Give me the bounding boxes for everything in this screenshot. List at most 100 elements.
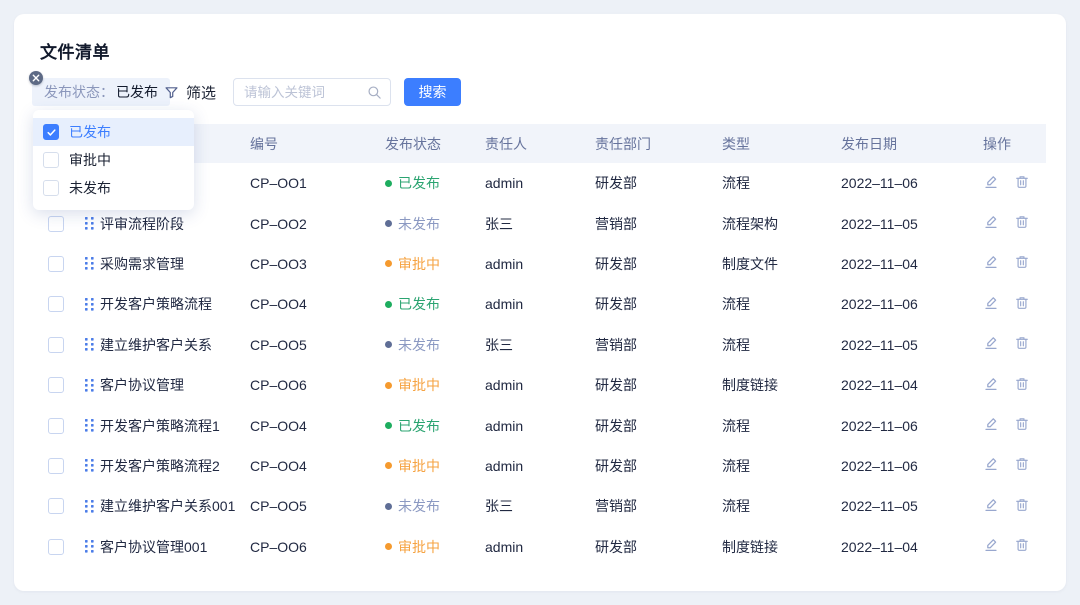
row-actions [983,497,1046,516]
responsible-person: admin [485,296,595,312]
responsible-department: 研发部 [595,254,722,274]
drag-handle-icon[interactable] [78,418,100,433]
trash-icon[interactable] [1014,376,1030,395]
row-checkbox[interactable] [48,539,64,555]
edit-icon[interactable] [983,416,999,435]
row-checkbox[interactable] [48,256,64,272]
table-body: CP–OO1 已发布 admin 研发部 流程 2022–11–06 [40,163,1046,567]
filter-button[interactable]: 筛选 [164,78,216,106]
search-box [233,78,391,106]
row-actions [983,537,1046,556]
drag-handle-icon[interactable] [78,216,100,231]
trash-icon[interactable] [1014,295,1030,314]
publish-date: 2022–11–04 [841,377,983,393]
publish-date: 2022–11–05 [841,337,983,353]
status-cell: 未发布 [385,496,485,516]
drag-handle-icon[interactable] [78,499,100,514]
file-code: CP–OO2 [250,216,385,232]
trash-icon[interactable] [1014,254,1030,273]
trash-icon[interactable] [1014,497,1030,516]
file-code: CP–OO3 [250,256,385,272]
edit-icon[interactable] [983,295,999,314]
edit-icon[interactable] [983,456,999,475]
trash-icon[interactable] [1014,456,1030,475]
funnel-icon [164,85,179,100]
file-type: 流程 [722,496,841,516]
trash-icon[interactable] [1014,214,1030,233]
table-row: 客户协议管理001 CP–OO6 审批中 admin 研发部 制度链接 2022… [40,527,1046,567]
drag-handle-icon[interactable] [78,297,100,312]
row-checkbox[interactable] [48,216,64,232]
column-header-date: 发布日期 [841,134,983,154]
row-checkbox[interactable] [48,498,64,514]
row-checkbox[interactable] [48,337,64,353]
file-type: 制度链接 [722,375,841,395]
file-name: 开发客户策略流程1 [100,416,250,436]
edit-icon[interactable] [983,254,999,273]
responsible-department: 研发部 [595,456,722,476]
table-row: 评审流程阶段 CP–OO2 未发布 张三 营销部 流程架构 2022–11–05 [40,203,1046,243]
option-checkbox[interactable] [43,124,59,140]
status-dot [385,301,392,308]
file-code: CP–OO4 [250,458,385,474]
dropdown-option[interactable]: 审批中 [33,146,194,174]
edit-icon[interactable] [983,174,999,193]
file-name: 评审流程阶段 [100,214,250,234]
status-label: 未发布 [398,335,440,355]
edit-icon[interactable] [983,537,999,556]
file-name: 建立维护客户关系001 [100,496,250,516]
trash-icon[interactable] [1014,537,1030,556]
row-checkbox[interactable] [48,296,64,312]
status-label: 已发布 [398,173,440,193]
edit-icon[interactable] [983,335,999,354]
file-name: 客户协议管理001 [100,537,250,557]
column-header-ops: 操作 [983,134,1046,154]
row-checkbox[interactable] [48,458,64,474]
row-actions [983,214,1046,233]
file-list-card: 文件清单 发布状态： 已发布 筛选 搜索 编号 发布状态 责任人 责任部门 类型 [14,14,1066,591]
responsible-department: 研发部 [595,173,722,193]
row-checkbox[interactable] [48,418,64,434]
responsible-department: 营销部 [595,496,722,516]
publish-date: 2022–11–06 [841,175,983,191]
file-code: CP–OO4 [250,418,385,434]
drag-handle-icon[interactable] [78,337,100,352]
publish-date: 2022–11–06 [841,296,983,312]
status-dot [385,180,392,187]
responsible-department: 研发部 [595,537,722,557]
dropdown-option[interactable]: 未发布 [33,174,194,202]
status-dot [385,462,392,469]
edit-icon[interactable] [983,497,999,516]
responsible-person: admin [485,377,595,393]
table-row: 采购需求管理 CP–OO3 审批中 admin 研发部 制度文件 2022–11… [40,244,1046,284]
responsible-department: 营销部 [595,214,722,234]
trash-icon[interactable] [1014,335,1030,354]
edit-icon[interactable] [983,376,999,395]
drag-handle-icon[interactable] [78,256,100,271]
status-label: 未发布 [398,496,440,516]
column-header-dept: 责任部门 [595,134,722,154]
row-actions [983,416,1046,435]
responsible-person: admin [485,458,595,474]
drag-handle-icon[interactable] [78,539,100,554]
responsible-person: admin [485,539,595,555]
close-icon[interactable] [29,71,43,85]
drag-handle-icon[interactable] [78,458,100,473]
drag-handle-icon[interactable] [78,378,100,393]
dropdown-option[interactable]: 已发布 [33,118,194,146]
file-name: 开发客户策略流程2 [100,456,250,476]
search-button[interactable]: 搜索 [404,78,461,106]
status-filter-chip[interactable]: 发布状态： 已发布 [32,78,170,106]
status-label: 已发布 [398,416,440,436]
table-row: 开发客户策略流程2 CP–OO4 审批中 admin 研发部 流程 2022–1… [40,446,1046,486]
row-checkbox[interactable] [48,377,64,393]
option-checkbox[interactable] [43,180,59,196]
file-code: CP–OO6 [250,377,385,393]
file-name: 建立维护客户关系 [100,335,250,355]
option-checkbox[interactable] [43,152,59,168]
search-input[interactable] [234,85,367,100]
row-actions [983,254,1046,273]
trash-icon[interactable] [1014,174,1030,193]
trash-icon[interactable] [1014,416,1030,435]
edit-icon[interactable] [983,214,999,233]
